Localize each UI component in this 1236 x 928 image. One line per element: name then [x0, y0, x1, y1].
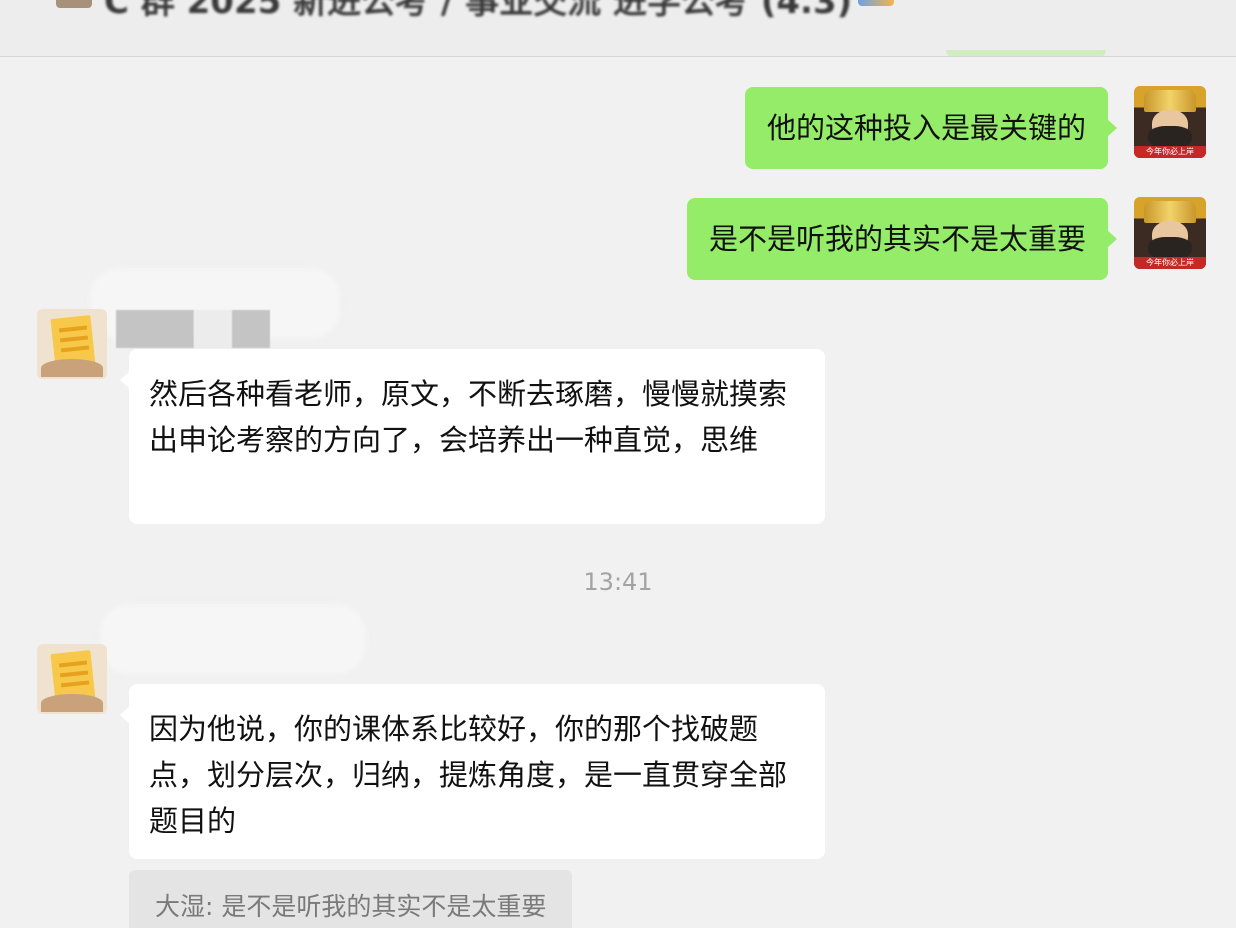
chat-header: C 群 2025 新进公考 / 事业交流 进学公考 (4.3): [0, 0, 1236, 57]
outgoing-message[interactable]: 是不是听我的其实不是太重要: [686, 198, 1118, 280]
incoming-message[interactable]: 然后各种看老师，原文，不断去琢磨，慢慢就摸索出申论考察的方向了，会培养出一种直觉…: [120, 349, 825, 524]
sender-avatar[interactable]: [37, 644, 107, 714]
quoted-reply[interactable]: 大湿: 是不是听我的其实不是太重要: [129, 870, 573, 928]
outgoing-message[interactable]: 他的这种投入是最关键的: [744, 87, 1118, 169]
emoji-icon: [858, 0, 894, 6]
sender-nickname-redacted: [116, 310, 270, 348]
message-timestamp: 13:41: [583, 568, 653, 596]
message-text: 是不是听我的其实不是太重要: [708, 222, 1086, 256]
chat-title[interactable]: C 群 2025 新进公考 / 事业交流 进学公考 (4.3): [104, 0, 852, 23]
message-text: 他的这种投入是最关键的: [766, 111, 1086, 145]
group-avatar[interactable]: [56, 0, 92, 8]
message-text: 然后各种看老师，原文，不断去琢磨，慢慢就摸索出申论考察的方向了，会培养出一种直觉…: [149, 377, 788, 457]
previous-bubble-edge: [946, 50, 1106, 56]
my-avatar[interactable]: 今年你必上岸: [1134, 197, 1206, 269]
incoming-message[interactable]: 因为他说，你的课体系比较好，你的那个找破题点，划分层次，归纳，提炼角度，是一直贯…: [120, 684, 825, 859]
avatar-caption: 今年你必上岸: [1134, 146, 1206, 158]
quoted-text: 大湿: 是不是听我的其实不是太重要: [155, 892, 547, 921]
blurred-nickname-area: [100, 604, 366, 674]
message-text: 因为他说，你的课体系比较好，你的那个找破题点，划分层次，归纳，提炼角度，是一直贯…: [149, 712, 788, 838]
sender-avatar[interactable]: [37, 309, 107, 379]
avatar-caption: 今年你必上岸: [1134, 257, 1206, 269]
my-avatar[interactable]: 今年你必上岸: [1134, 86, 1206, 158]
chat-screen: C 群 2025 新进公考 / 事业交流 进学公考 (4.3) 他的这种投入是最…: [0, 0, 1236, 928]
crown-icon: [1144, 90, 1196, 112]
crown-icon: [1144, 201, 1196, 223]
